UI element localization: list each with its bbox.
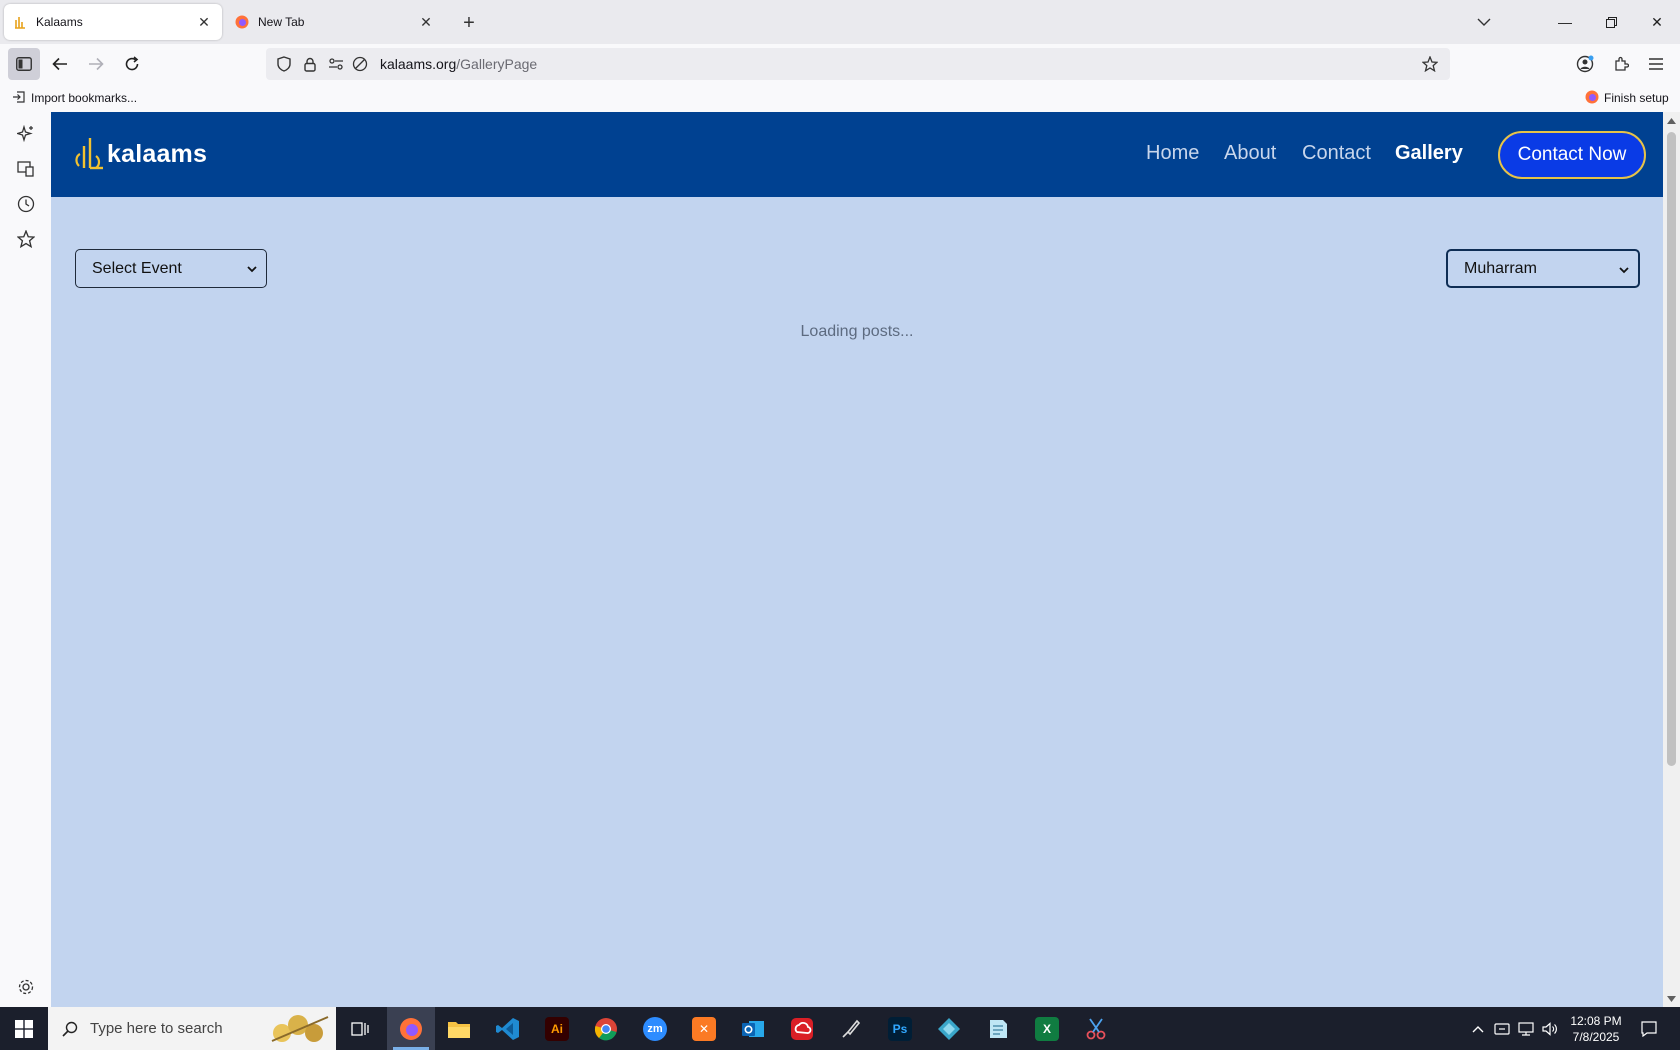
ai-chatbot-icon[interactable] — [14, 122, 38, 146]
chevron-down-icon — [1618, 263, 1630, 275]
kalaams-logo-icon — [73, 132, 105, 177]
network-icon[interactable] — [1514, 1007, 1538, 1050]
nav-contact[interactable]: Contact — [1302, 142, 1371, 165]
firefox-taskbar-icon[interactable] — [387, 1007, 435, 1050]
notification-icon[interactable] — [1634, 1007, 1664, 1050]
forward-arrow-icon[interactable] — [80, 48, 112, 80]
kalaams-favicon-icon — [12, 14, 28, 30]
nav-home[interactable]: Home — [1146, 142, 1199, 165]
page-viewport: kalaams Home About Contact Gallery Conta… — [51, 112, 1663, 1007]
browser-sidebar — [0, 112, 51, 1007]
photoshop-icon[interactable]: Ps — [876, 1007, 924, 1050]
account-icon[interactable] — [1571, 50, 1599, 78]
new-tab-button[interactable]: + — [456, 10, 482, 36]
bookmarks-toolbar: Import bookmarks... Finish setup — [0, 84, 1680, 112]
close-window-icon[interactable]: ✕ — [1634, 0, 1680, 44]
reload-icon[interactable] — [116, 48, 148, 80]
search-highlight-icon — [268, 1011, 332, 1047]
scroll-down-arrow-icon[interactable] — [1663, 990, 1680, 1007]
site-header: kalaams Home About Contact Gallery Conta… — [51, 112, 1663, 197]
creative-cloud-icon[interactable] — [778, 1007, 826, 1050]
history-clock-icon[interactable] — [14, 192, 38, 216]
illustrator-icon[interactable]: Ai — [533, 1007, 581, 1050]
page-scrollbar[interactable] — [1663, 112, 1680, 1007]
sidebar-toggle-icon[interactable] — [8, 48, 40, 80]
restore-icon[interactable] — [1588, 0, 1634, 44]
chrome-icon[interactable] — [582, 1007, 630, 1050]
tab-title: Kalaams — [36, 15, 83, 29]
contact-now-button[interactable]: Contact Now — [1498, 131, 1646, 179]
loading-message: Loading posts... — [800, 323, 914, 340]
bookmarks-star-icon[interactable] — [14, 227, 38, 251]
logo-text: kalaams — [107, 139, 208, 168]
notepad-icon[interactable] — [974, 1007, 1022, 1050]
back-arrow-icon[interactable] — [44, 48, 76, 80]
tab-kalaams[interactable]: Kalaams ✕ — [4, 4, 222, 40]
scroll-up-arrow-icon[interactable] — [1663, 112, 1680, 129]
gear-icon[interactable] — [14, 975, 38, 999]
task-view-icon[interactable] — [336, 1007, 384, 1050]
chevron-up-icon[interactable] — [1466, 1007, 1490, 1050]
shield-icon[interactable] — [272, 52, 296, 76]
device-tray-icon[interactable] — [1490, 1007, 1514, 1050]
xampp-icon[interactable]: ✕ — [680, 1007, 728, 1050]
navigation-toolbar: kalaams.org/GalleryPage — [0, 44, 1680, 84]
windows-taskbar: Type here to search Ai zm ✕ Ps X 12:08 P… — [0, 1007, 1680, 1050]
close-tab-icon[interactable]: ✕ — [414, 10, 438, 34]
clock-date: 7/8/2025 — [1572, 1030, 1620, 1044]
finish-setup-label: Finish setup — [1604, 91, 1669, 105]
lock-icon[interactable] — [298, 52, 322, 76]
vscode-icon[interactable] — [484, 1007, 532, 1050]
scrollbar-thumb[interactable] — [1667, 132, 1676, 766]
url-domain: kalaams.org — [380, 56, 457, 72]
firefox-icon — [234, 14, 250, 30]
import-bookmarks-label: Import bookmarks... — [31, 91, 138, 105]
snipping-tool-icon[interactable] — [1072, 1007, 1120, 1050]
event-select[interactable]: Select Event — [75, 249, 267, 288]
url-path: /GalleryPage — [456, 56, 538, 72]
import-icon — [12, 90, 26, 107]
synced-tabs-icon[interactable] — [14, 157, 38, 181]
import-bookmarks-item[interactable]: Import bookmarks... — [12, 88, 137, 108]
chevron-down-icon[interactable] — [1470, 8, 1498, 36]
app-diamond-icon[interactable] — [925, 1007, 973, 1050]
file-explorer-icon[interactable] — [435, 1007, 483, 1050]
extensions-icon[interactable] — [1607, 50, 1635, 78]
search-icon — [60, 1019, 80, 1039]
zoom-icon[interactable]: zm — [631, 1007, 679, 1050]
outlook-icon[interactable] — [729, 1007, 777, 1050]
menu-icon[interactable] — [1642, 50, 1670, 78]
tracking-protection-icon[interactable] — [348, 52, 372, 76]
event-select-value: Select Event — [92, 259, 182, 277]
nav-gallery[interactable]: Gallery — [1395, 142, 1463, 165]
pen-tool-icon[interactable] — [827, 1007, 875, 1050]
category-select-value: Muharram — [1464, 259, 1537, 277]
bookmark-star-icon[interactable] — [1418, 52, 1442, 76]
search-placeholder: Type here to search — [90, 1020, 223, 1037]
permissions-icon[interactable] — [324, 52, 348, 76]
clock-time: 12:08 PM — [1570, 1014, 1622, 1028]
tab-strip: Kalaams ✕ New Tab ✕ + — ✕ — [0, 0, 1680, 44]
category-select[interactable]: Muharram — [1446, 249, 1640, 288]
tab-title: New Tab — [258, 15, 305, 29]
chevron-down-icon — [246, 262, 258, 274]
firefox-icon — [1585, 90, 1599, 107]
minimize-icon[interactable]: — — [1542, 0, 1588, 44]
site-logo[interactable]: kalaams — [73, 132, 207, 176]
address-bar[interactable]: kalaams.org/GalleryPage — [266, 48, 1450, 80]
nav-about[interactable]: About — [1224, 142, 1276, 165]
volume-icon[interactable] — [1538, 1007, 1562, 1050]
tab-new-tab[interactable]: New Tab ✕ — [226, 4, 444, 40]
windows-start-icon[interactable] — [0, 1007, 48, 1050]
taskbar-search-input[interactable]: Type here to search — [48, 1007, 336, 1050]
url-text[interactable]: kalaams.org/GalleryPage — [380, 56, 537, 72]
finish-setup-item[interactable]: Finish setup — [1585, 88, 1669, 108]
taskbar-clock[interactable]: 12:08 PM 7/8/2025 — [1560, 1013, 1632, 1045]
excel-icon[interactable]: X — [1023, 1007, 1071, 1050]
close-tab-icon[interactable]: ✕ — [192, 10, 216, 34]
